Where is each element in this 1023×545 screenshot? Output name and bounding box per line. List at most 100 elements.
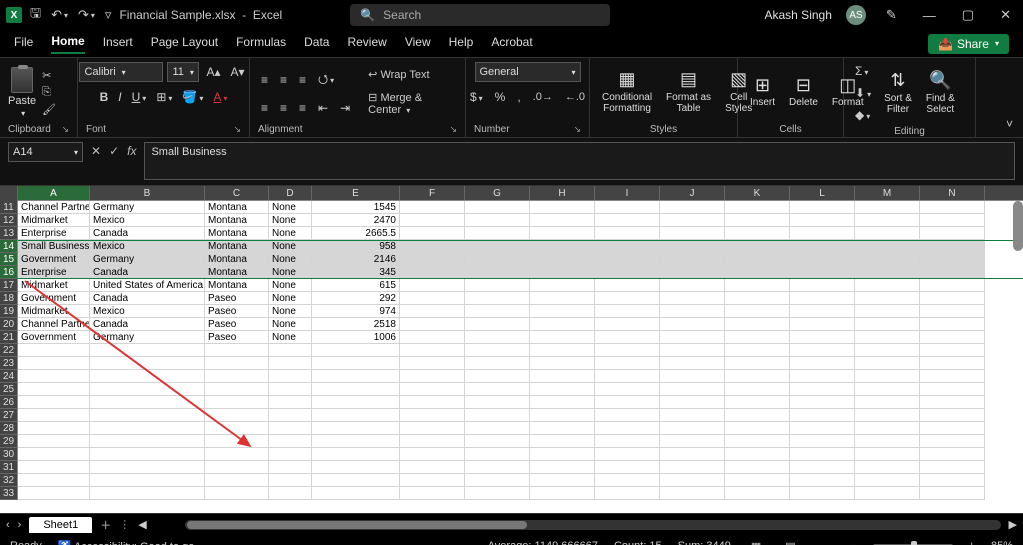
cell[interactable] bbox=[855, 318, 920, 331]
cell[interactable] bbox=[725, 461, 790, 474]
cell[interactable] bbox=[530, 318, 595, 331]
cell[interactable] bbox=[595, 201, 660, 214]
zoom-level[interactable]: 85% bbox=[991, 540, 1013, 545]
cell[interactable] bbox=[790, 227, 855, 240]
cell[interactable]: None bbox=[269, 227, 312, 240]
align-middle-icon[interactable]: ≡ bbox=[277, 71, 290, 89]
cell[interactable] bbox=[205, 344, 269, 357]
cell[interactable] bbox=[660, 266, 725, 279]
cell[interactable] bbox=[725, 422, 790, 435]
zoom-in-button[interactable]: + bbox=[969, 540, 975, 545]
cell[interactable] bbox=[90, 448, 205, 461]
cell[interactable]: None bbox=[269, 201, 312, 214]
paste-button[interactable]: Paste▾ bbox=[8, 67, 36, 118]
cell[interactable] bbox=[790, 318, 855, 331]
cell[interactable] bbox=[465, 331, 530, 344]
cell[interactable]: Paseo bbox=[205, 292, 269, 305]
cell[interactable] bbox=[18, 383, 90, 396]
column-header-A[interactable]: A bbox=[18, 186, 90, 200]
cell[interactable] bbox=[920, 279, 985, 292]
cell[interactable] bbox=[725, 201, 790, 214]
cell[interactable] bbox=[920, 435, 985, 448]
row-header[interactable]: 13 bbox=[0, 227, 18, 240]
cell[interactable] bbox=[855, 474, 920, 487]
cell[interactable] bbox=[790, 201, 855, 214]
cell[interactable] bbox=[465, 357, 530, 370]
column-header-E[interactable]: E bbox=[312, 186, 400, 200]
table-row[interactable]: 29 bbox=[0, 435, 1023, 448]
column-header-J[interactable]: J bbox=[660, 186, 725, 200]
column-header-M[interactable]: M bbox=[855, 186, 920, 200]
cell[interactable] bbox=[269, 357, 312, 370]
cell[interactable]: Canada bbox=[90, 227, 205, 240]
cell[interactable] bbox=[400, 292, 465, 305]
table-row[interactable]: 16EnterpriseCanadaMontanaNone345 bbox=[0, 266, 1023, 279]
cell[interactable] bbox=[530, 214, 595, 227]
cell[interactable] bbox=[725, 266, 790, 279]
column-header-I[interactable]: I bbox=[595, 186, 660, 200]
minimize-button[interactable]: — bbox=[917, 8, 942, 23]
cell[interactable] bbox=[725, 357, 790, 370]
column-header-G[interactable]: G bbox=[465, 186, 530, 200]
tab-data[interactable]: Data bbox=[304, 35, 329, 53]
clear-button[interactable]: ◆▾ bbox=[852, 106, 874, 124]
cell[interactable] bbox=[790, 253, 855, 266]
cell[interactable] bbox=[465, 370, 530, 383]
fx-icon[interactable]: fx bbox=[127, 144, 136, 158]
cell[interactable] bbox=[400, 344, 465, 357]
cell[interactable] bbox=[920, 318, 985, 331]
table-row[interactable]: 18GovernmentCanadaPaseoNone292 bbox=[0, 292, 1023, 305]
cell[interactable] bbox=[660, 383, 725, 396]
cell[interactable] bbox=[400, 448, 465, 461]
cell[interactable] bbox=[312, 422, 400, 435]
cell[interactable] bbox=[269, 474, 312, 487]
wrap-text-button[interactable]: ↩ Wrap Text bbox=[365, 66, 457, 83]
cell[interactable] bbox=[465, 253, 530, 266]
cell[interactable] bbox=[90, 396, 205, 409]
cell[interactable] bbox=[920, 487, 985, 500]
table-row[interactable]: 25 bbox=[0, 383, 1023, 396]
cell[interactable] bbox=[205, 487, 269, 500]
cell[interactable] bbox=[725, 487, 790, 500]
format-as-table-button[interactable]: ▤Format as Table bbox=[662, 70, 715, 114]
align-bottom-icon[interactable]: ≡ bbox=[296, 71, 309, 89]
decrease-decimal-icon[interactable]: ←.0 bbox=[562, 89, 588, 105]
delete-cells-button[interactable]: ⊟Delete bbox=[785, 76, 822, 109]
cell[interactable] bbox=[790, 331, 855, 344]
cell[interactable] bbox=[790, 435, 855, 448]
insert-cells-button[interactable]: ⊞Insert bbox=[746, 76, 779, 109]
cell[interactable] bbox=[855, 214, 920, 227]
cell[interactable] bbox=[920, 448, 985, 461]
cell[interactable] bbox=[205, 448, 269, 461]
decrease-indent-icon[interactable]: ⇤ bbox=[315, 99, 331, 117]
cell[interactable] bbox=[790, 240, 855, 253]
cell[interactable]: Paseo bbox=[205, 331, 269, 344]
cell[interactable] bbox=[725, 318, 790, 331]
cell[interactable] bbox=[530, 448, 595, 461]
cell[interactable]: Montana bbox=[205, 279, 269, 292]
cell[interactable] bbox=[530, 422, 595, 435]
cell[interactable]: Paseo bbox=[205, 305, 269, 318]
cell[interactable] bbox=[920, 214, 985, 227]
cell[interactable] bbox=[205, 409, 269, 422]
table-row[interactable]: 15GovernmentGermanyMontanaNone2146 bbox=[0, 253, 1023, 266]
fill-color-button[interactable]: 🪣▾ bbox=[179, 88, 206, 106]
cell[interactable] bbox=[660, 461, 725, 474]
cell[interactable] bbox=[530, 279, 595, 292]
cell[interactable] bbox=[18, 370, 90, 383]
cell[interactable] bbox=[400, 227, 465, 240]
share-button[interactable]: 📤 Share ▾ bbox=[928, 34, 1009, 54]
cell[interactable] bbox=[660, 487, 725, 500]
cell[interactable] bbox=[790, 487, 855, 500]
column-header-B[interactable]: B bbox=[90, 186, 205, 200]
cell[interactable]: Paseo bbox=[205, 318, 269, 331]
cell[interactable] bbox=[465, 227, 530, 240]
cell[interactable] bbox=[660, 331, 725, 344]
cell[interactable] bbox=[400, 422, 465, 435]
cell[interactable] bbox=[790, 383, 855, 396]
cell[interactable] bbox=[312, 357, 400, 370]
cell[interactable] bbox=[530, 370, 595, 383]
normal-view-icon[interactable]: ▦ bbox=[747, 540, 765, 545]
undo-icon[interactable]: ↶▾ bbox=[51, 7, 68, 23]
row-header[interactable]: 16 bbox=[0, 266, 18, 279]
